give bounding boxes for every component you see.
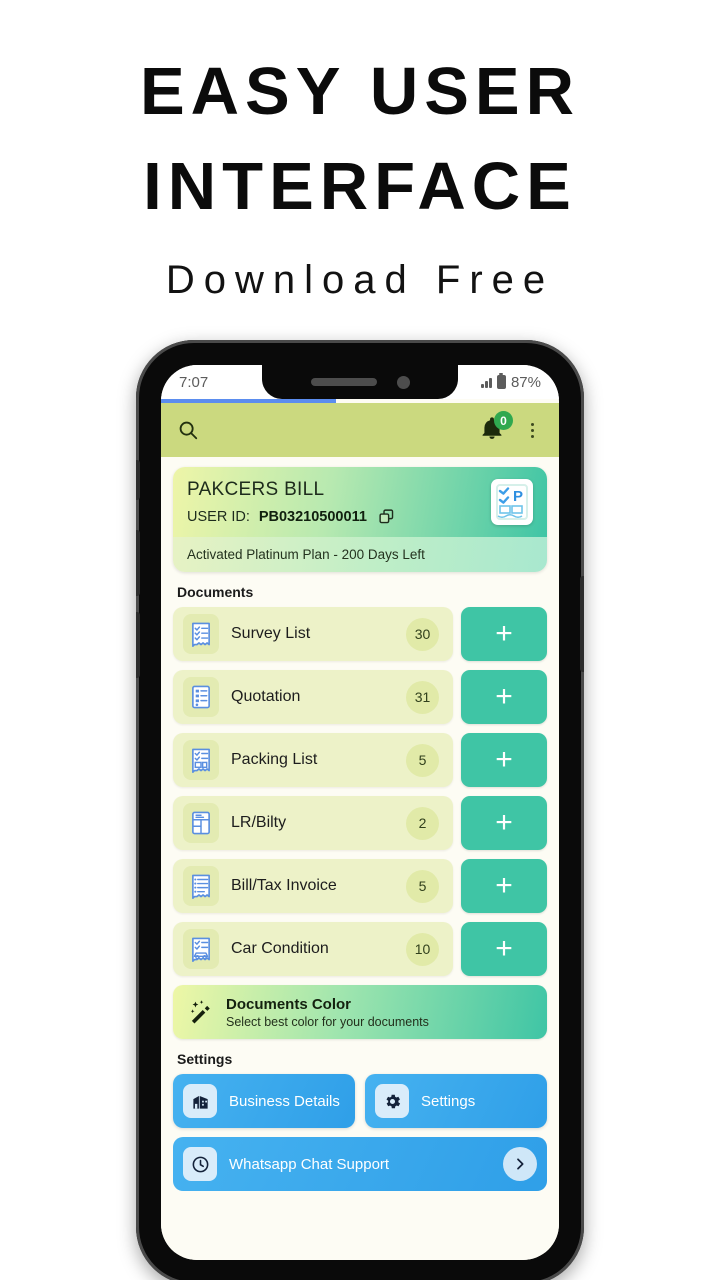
plan-status: Activated Platinum Plan - 200 Days Left [173, 537, 547, 572]
profile-card-top: PAKCERS BILL USER ID: PB03210500011 P [173, 467, 547, 537]
bilty-document-icon [183, 803, 219, 843]
promo-line-2: INTERFACE [143, 149, 577, 225]
add-document-button[interactable]: + [461, 670, 547, 724]
document-open-button[interactable]: Packing List 5 [173, 733, 453, 787]
document-count-badge: 30 [406, 617, 439, 651]
document-row: LR/Bilty 2 + [173, 796, 547, 850]
user-id-row: USER ID: PB03210500011 [187, 508, 491, 525]
promo-line-1: EASY USER [139, 54, 580, 129]
documents-list: Survey List 30 + Quotation 31 + Packing List 5 +… [161, 607, 559, 976]
earpiece-speaker-icon [310, 378, 377, 386]
volume-up-button[interactable] [136, 530, 140, 596]
promo-headline: EASY USER INTERFACE Download Free [0, 44, 720, 303]
status-time: 7:07 [179, 373, 209, 391]
notification-badge: 0 [494, 411, 513, 430]
status-indicators: 87% [481, 374, 541, 391]
promo-poster: EASY USER INTERFACE Download Free 7:07 8… [0, 0, 720, 1280]
document-row: Car Condition 10 + [173, 922, 547, 976]
document-count-badge: 5 [406, 743, 439, 777]
document-open-button[interactable]: Quotation 31 [173, 670, 453, 724]
settings-tile[interactable]: Settings [365, 1074, 547, 1128]
copy-icon[interactable] [378, 508, 395, 525]
svg-text:P: P [513, 488, 523, 505]
document-name: Bill/Tax Invoice [231, 877, 337, 894]
document-name: LR/Bilty [231, 814, 287, 831]
signal-bars-icon [481, 376, 492, 388]
battery-icon [496, 375, 506, 389]
business-name: PAKCERS BILL [187, 479, 325, 500]
building-icon [183, 1084, 217, 1118]
bell-icon[interactable]: 0 [479, 411, 513, 445]
business-details-tile[interactable]: Business Details [173, 1074, 355, 1128]
app-bar: 0 [161, 403, 559, 457]
phone-screen: 7:07 87% 0 PAKCERS BILL USER ID: PB03210… [161, 365, 559, 1260]
clock-icon [183, 1147, 217, 1181]
kebab-menu-icon[interactable] [521, 415, 543, 445]
settings-tile-label: Settings [421, 1092, 476, 1110]
gear-icon [375, 1084, 409, 1118]
business-details-label: Business Details [229, 1092, 340, 1110]
app-logo-icon: P [491, 479, 533, 525]
document-row: Packing List 5 + [173, 733, 547, 787]
invoice-icon [183, 866, 219, 906]
document-open-button[interactable]: Car Condition 10 [173, 922, 453, 976]
chevron-right-icon[interactable] [503, 1147, 537, 1181]
add-document-button[interactable]: + [461, 859, 547, 913]
volume-down-button[interactable] [136, 612, 140, 678]
front-camera-icon [396, 375, 410, 389]
add-document-button[interactable]: + [461, 922, 547, 976]
profile-text-block: PAKCERS BILL USER ID: PB03210500011 [187, 479, 491, 525]
document-row: Quotation 31 + [173, 670, 547, 724]
documents-color-banner[interactable]: Documents Color Select best color for yo… [173, 985, 547, 1039]
document-row: Bill/Tax Invoice 5 + [173, 859, 547, 913]
user-id-label: USER ID: [187, 508, 250, 525]
document-count-badge: 31 [406, 680, 439, 714]
quotation-document-icon [183, 677, 219, 717]
user-id-value: PB03210500011 [258, 508, 367, 525]
car-condition-icon [183, 929, 219, 969]
checklist-receipt-icon [183, 614, 219, 654]
add-document-button[interactable]: + [461, 796, 547, 850]
document-count-badge: 5 [406, 869, 439, 903]
search-icon[interactable] [177, 419, 199, 441]
power-button[interactable] [580, 576, 584, 672]
magic-wand-icon [187, 999, 213, 1025]
document-open-button[interactable]: Bill/Tax Invoice 5 [173, 859, 453, 913]
battery-percent: 87% [510, 373, 541, 391]
whatsapp-chat-support-label: Whatsapp Chat Support [229, 1155, 390, 1173]
document-name: Packing List [231, 751, 318, 768]
settings-tiles: Business Details Settings [173, 1074, 547, 1128]
add-document-button[interactable]: + [461, 607, 547, 661]
phone-mockup: 7:07 87% 0 PAKCERS BILL USER ID: PB03210… [136, 340, 584, 1280]
documents-section-title: Documents [177, 584, 254, 600]
mute-switch-button[interactable] [136, 460, 140, 500]
document-open-button[interactable]: Survey List 30 [173, 607, 453, 661]
document-count-badge: 2 [406, 806, 439, 840]
packing-list-icon [183, 740, 219, 780]
profile-card[interactable]: PAKCERS BILL USER ID: PB03210500011 P Ac… [173, 467, 547, 572]
add-document-button[interactable]: + [461, 733, 547, 787]
document-name: Car Condition [231, 940, 329, 957]
document-count-badge: 10 [406, 932, 439, 966]
settings-section-title: Settings [177, 1051, 233, 1067]
promo-subtitle: Download Free [165, 258, 555, 303]
document-name: Quotation [231, 688, 301, 705]
whatsapp-chat-support-row[interactable]: Whatsapp Chat Support [173, 1137, 547, 1191]
document-name: Survey List [231, 625, 311, 642]
document-row: Survey List 30 + [173, 607, 547, 661]
phone-notch [262, 365, 458, 399]
screen-content: PAKCERS BILL USER ID: PB03210500011 P Ac… [161, 457, 559, 1260]
documents-color-subtitle: Select best color for your documents [226, 1014, 429, 1029]
document-open-button[interactable]: LR/Bilty 2 [173, 796, 453, 850]
documents-color-title: Documents Color [226, 995, 352, 1013]
